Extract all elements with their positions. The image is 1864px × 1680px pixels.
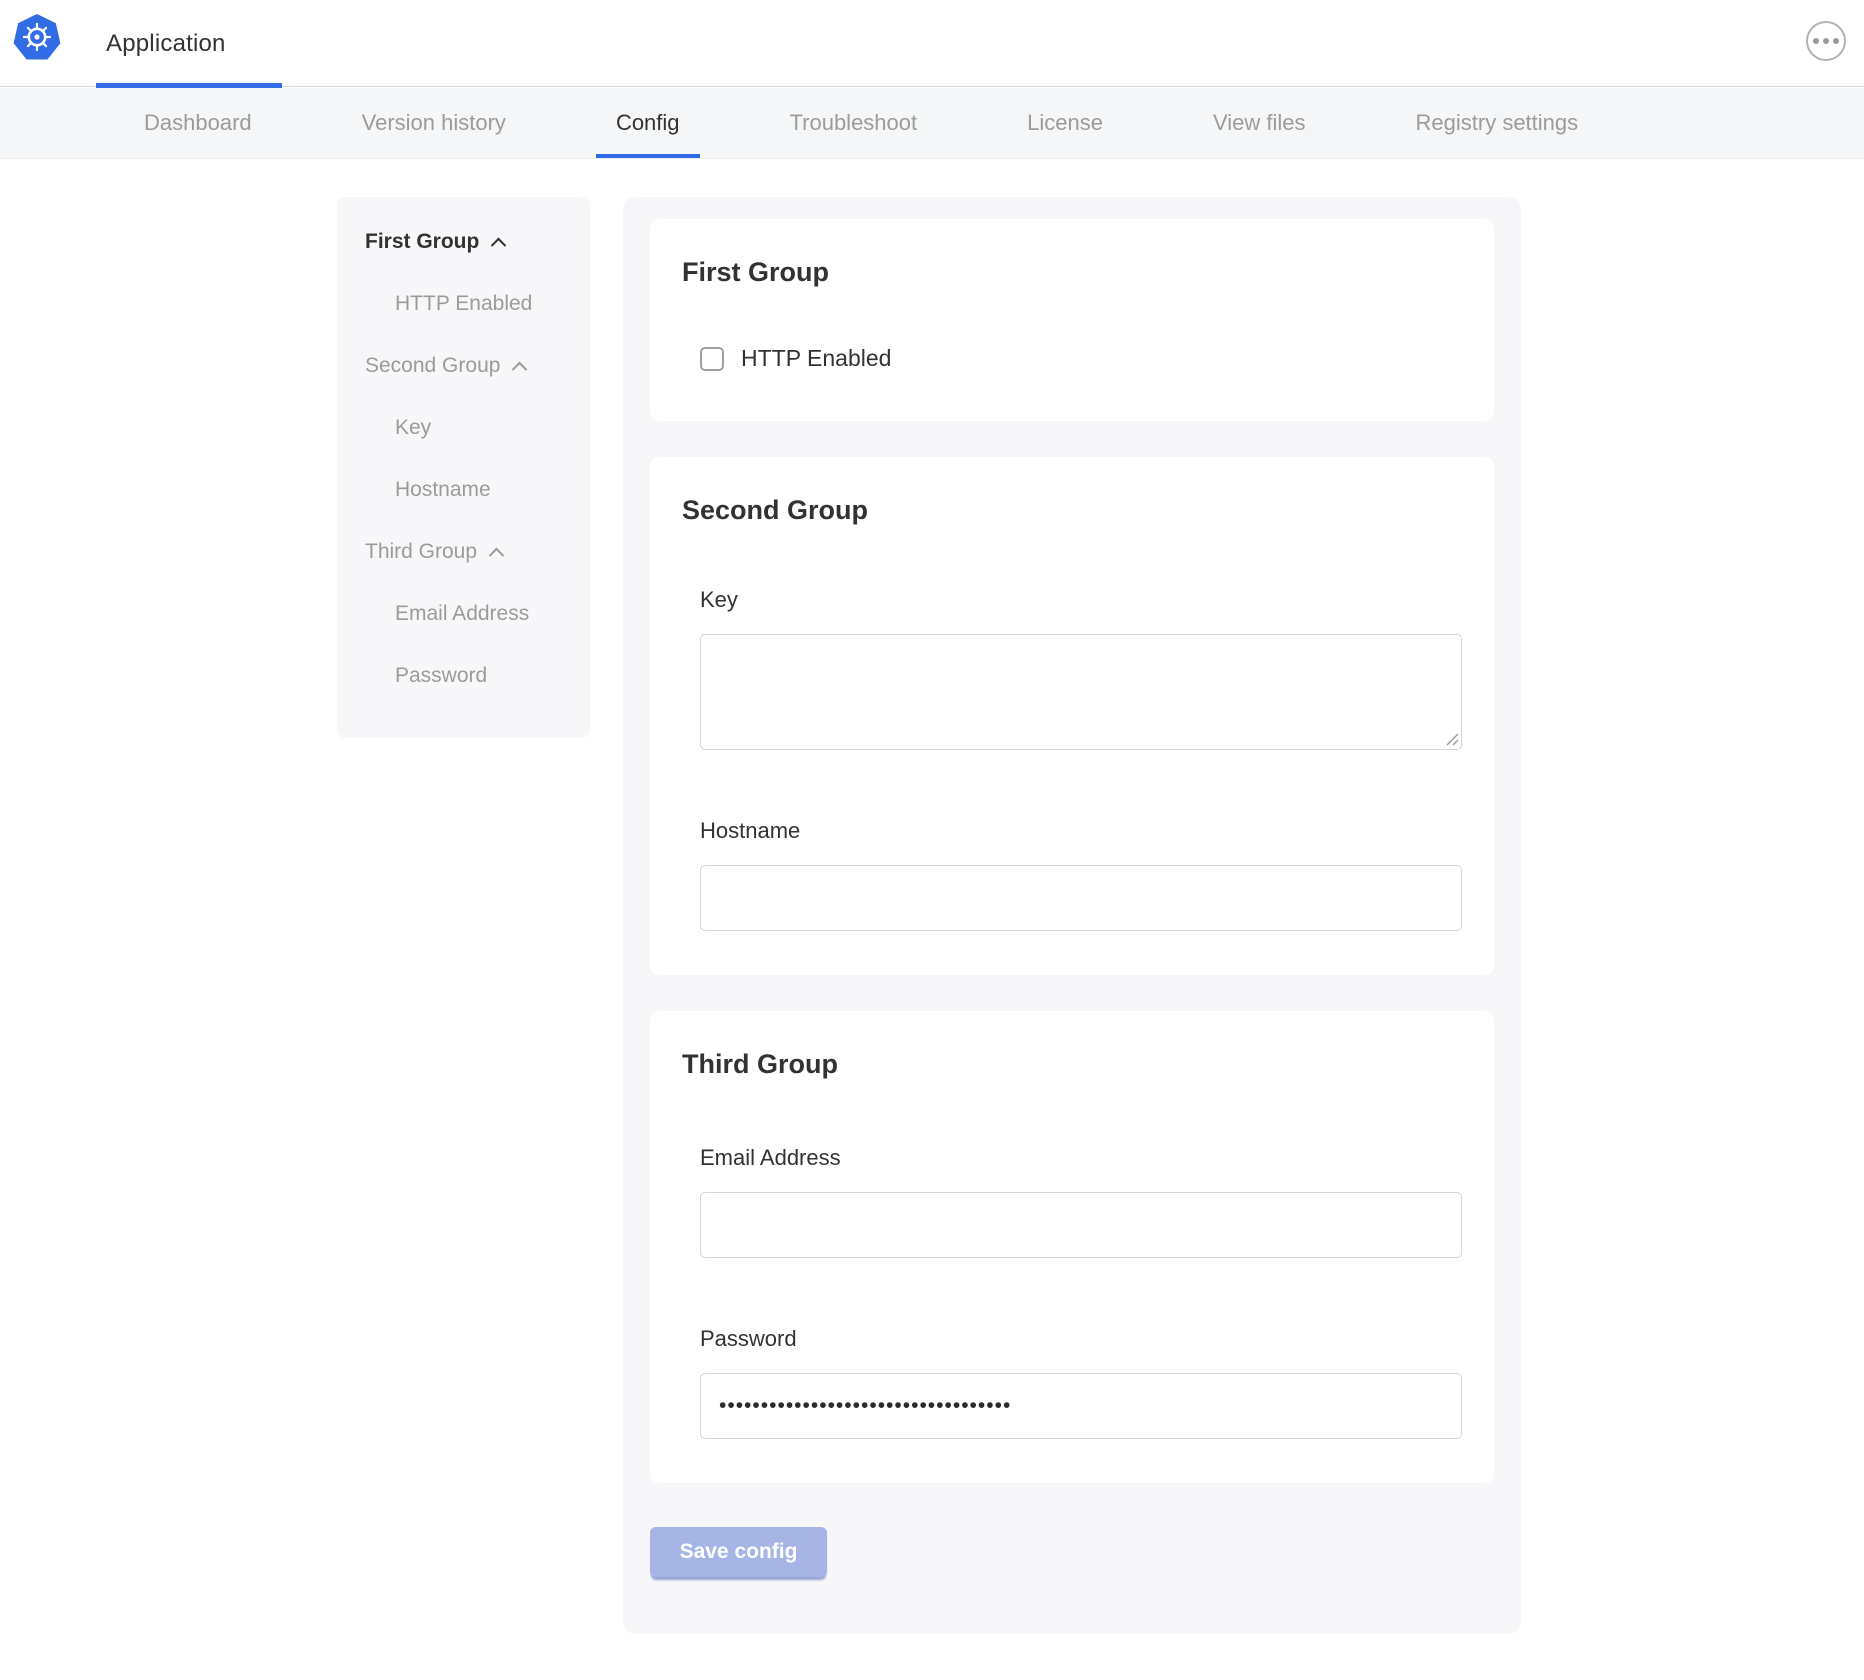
textarea-resize-grip[interactable] [1444, 731, 1459, 746]
app-tab-application[interactable]: Application [96, 0, 282, 87]
sidebar-group-label: Third Group [365, 540, 477, 564]
save-config-button[interactable]: Save config [650, 1527, 827, 1577]
email-address-label: Email Address [700, 1145, 1462, 1171]
tab-license[interactable]: License [1007, 88, 1123, 158]
sidebar-item-email-address[interactable]: Email Address [337, 583, 590, 645]
sidebar-group-second-group[interactable]: Second Group [337, 335, 590, 397]
config-form-panel: First Group HTTP Enabled Second Group Ke… [623, 197, 1521, 1634]
hostname-field: Hostname [700, 818, 1462, 931]
chevron-up-icon [489, 547, 505, 563]
hostname-label: Hostname [700, 818, 1462, 844]
sidebar-group-third-group[interactable]: Third Group [337, 521, 590, 583]
key-label: Key [700, 587, 1462, 613]
ellipsis-menu-icon[interactable] [1806, 21, 1846, 61]
email-address-input[interactable] [700, 1192, 1462, 1258]
group-title: First Group [682, 253, 1462, 291]
password-label: Password [700, 1326, 1462, 1352]
sidebar-item-password[interactable]: Password [337, 645, 590, 707]
sidebar-group-label: Second Group [365, 354, 500, 378]
tab-view-files[interactable]: View files [1193, 88, 1326, 158]
sidebar-item-hostname[interactable]: Hostname [337, 459, 590, 521]
tab-dashboard[interactable]: Dashboard [124, 88, 272, 158]
http-enabled-label[interactable]: HTTP Enabled [741, 345, 891, 372]
config-page: Application Dashboard Version history Co… [0, 0, 1864, 1680]
config-group-card-first: First Group HTTP Enabled [650, 219, 1494, 421]
chevron-up-icon [512, 361, 528, 377]
config-group-card-second: Second Group Key Hostname [650, 457, 1494, 975]
tab-registry-settings[interactable]: Registry settings [1396, 88, 1599, 158]
http-enabled-checkbox[interactable] [700, 347, 724, 371]
group-title: Second Group [682, 491, 1462, 529]
app-tab-label: Application [96, 30, 226, 58]
hostname-input[interactable] [700, 865, 1462, 931]
tab-version-history[interactable]: Version history [342, 88, 526, 158]
sidebar-item-http-enabled[interactable]: HTTP Enabled [337, 273, 590, 335]
sidebar-group-first-group[interactable]: First Group [337, 211, 590, 273]
sidebar-group-label: First Group [365, 230, 479, 254]
email-address-field: Email Address [700, 1145, 1462, 1258]
http-enabled-field: HTTP Enabled [700, 345, 1462, 372]
key-field: Key [700, 587, 1462, 750]
password-field: Password [700, 1326, 1462, 1439]
app-header: Application [0, 0, 1864, 87]
key-textarea[interactable] [700, 634, 1462, 750]
tab-troubleshoot[interactable]: Troubleshoot [770, 88, 938, 158]
sidebar-item-key[interactable]: Key [337, 397, 590, 459]
app-navbar: Dashboard Version history Config Trouble… [0, 88, 1864, 159]
config-nav-sidebar: First Group HTTP Enabled Second Group Ke… [337, 197, 590, 738]
tab-config[interactable]: Config [596, 88, 700, 158]
chevron-up-icon [491, 237, 507, 253]
kubernetes-logo-icon [13, 13, 61, 63]
config-group-card-third: Third Group Email Address Password [650, 1011, 1494, 1483]
password-input[interactable] [700, 1373, 1462, 1439]
group-title: Third Group [682, 1045, 1462, 1083]
